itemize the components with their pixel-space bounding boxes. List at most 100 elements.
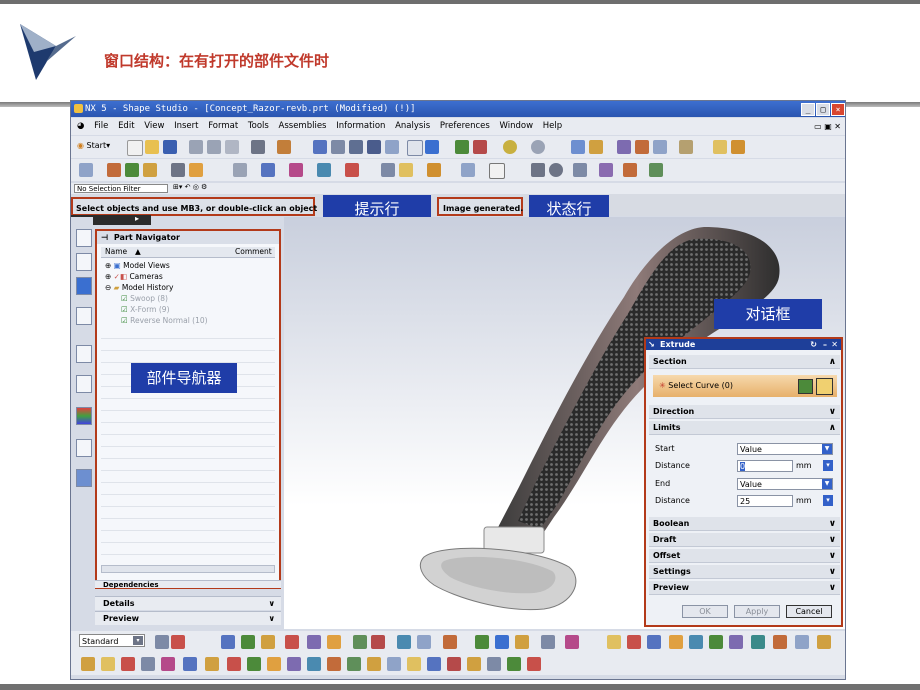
section-direction[interactable]: Direction ∨ xyxy=(649,405,840,419)
tool-s-icon[interactable] xyxy=(647,635,661,649)
curve-select-icon[interactable] xyxy=(816,378,833,395)
collapse-icon[interactable]: – xyxy=(823,339,827,350)
menu-tools[interactable]: Tools xyxy=(248,118,269,135)
tool-f-icon[interactable] xyxy=(327,635,341,649)
project-icon[interactable] xyxy=(649,163,663,177)
close-icon[interactable]: ✕ xyxy=(831,339,838,350)
section-offset[interactable]: Offset ∨ xyxy=(649,549,840,563)
tool-ap-icon[interactable] xyxy=(367,657,381,671)
measure-icon[interactable] xyxy=(653,140,667,154)
menu-information[interactable]: Information xyxy=(336,118,385,135)
system-scenes-icon[interactable] xyxy=(76,469,92,487)
close-button[interactable]: × xyxy=(831,103,845,116)
tool-x-icon[interactable] xyxy=(751,635,765,649)
box-icon[interactable] xyxy=(489,163,505,179)
pan-icon[interactable] xyxy=(349,140,363,154)
orient-view-icon[interactable] xyxy=(407,140,423,156)
tool-aw-icon[interactable] xyxy=(507,657,521,671)
section-preview[interactable]: Preview ∨ xyxy=(95,611,281,625)
doc-window-controls[interactable]: ▭ ▣ ✕ xyxy=(814,121,841,132)
wcs-icon[interactable] xyxy=(571,140,585,154)
checkbox-icon[interactable]: ☑ xyxy=(121,294,128,303)
tool-t-icon[interactable] xyxy=(669,635,683,649)
tool-as-icon[interactable] xyxy=(427,657,441,671)
tool-i-icon[interactable] xyxy=(397,635,411,649)
tool-ak-icon[interactable] xyxy=(267,657,281,671)
menu-window[interactable]: Window xyxy=(500,118,534,135)
tool-u-icon[interactable] xyxy=(689,635,703,649)
tree-node-xform[interactable]: ☑ X-Form (9) xyxy=(121,305,170,315)
zoom-icon[interactable] xyxy=(331,140,345,154)
history-icon[interactable] xyxy=(76,345,92,363)
minimize-button[interactable]: _ xyxy=(801,103,815,116)
end-distance-menu-icon[interactable]: ▾ xyxy=(823,495,833,506)
tool-ag-icon[interactable] xyxy=(183,657,197,671)
tool-at-icon[interactable] xyxy=(447,657,461,671)
new-icon[interactable] xyxy=(127,140,143,156)
tool-l-icon[interactable] xyxy=(475,635,489,649)
view-combo[interactable]: Standard ▾ xyxy=(79,634,145,647)
sketch-icon[interactable] xyxy=(79,163,93,177)
tool-aj-icon[interactable] xyxy=(247,657,261,671)
tool-ax-icon[interactable] xyxy=(527,657,541,671)
extrude-icon[interactable] xyxy=(189,163,203,177)
web-browser-icon[interactable] xyxy=(76,375,92,393)
sweep-icon[interactable] xyxy=(171,163,185,177)
end-select[interactable]: Value ▼ xyxy=(737,478,833,490)
section-icon[interactable] xyxy=(381,163,395,177)
mirror-icon[interactable] xyxy=(317,163,331,177)
apply-button[interactable]: Apply xyxy=(734,605,780,618)
menu-preferences[interactable]: Preferences xyxy=(440,118,490,135)
tab-right-arrow[interactable]: ▸ xyxy=(135,214,139,223)
shaded-icon[interactable] xyxy=(425,140,439,154)
ok-button[interactable]: OK xyxy=(682,605,728,618)
tree-node-model-views[interactable]: ⊕ ▣ Model Views xyxy=(105,261,170,271)
end-distance-input[interactable]: 25 xyxy=(737,495,793,507)
command-finder-icon[interactable] xyxy=(277,140,291,154)
tool-a-icon[interactable] xyxy=(221,635,235,649)
display-icon[interactable] xyxy=(399,163,413,177)
tree-node-reverse-normal[interactable]: ☑ Reverse Normal (10) xyxy=(121,316,208,326)
navigator-scrollbar[interactable] xyxy=(101,565,275,573)
column-name[interactable]: Name xyxy=(105,247,127,257)
tool-c-icon[interactable] xyxy=(261,635,275,649)
column-comment[interactable]: Comment xyxy=(235,247,272,257)
open-icon[interactable] xyxy=(145,140,159,154)
start-select[interactable]: Value ▼ xyxy=(737,443,833,455)
sphere-icon[interactable] xyxy=(503,140,517,154)
tool-m-icon[interactable] xyxy=(495,635,509,649)
save-icon[interactable] xyxy=(163,140,177,154)
surface-icon[interactable] xyxy=(125,163,139,177)
tool-n-icon[interactable] xyxy=(515,635,529,649)
perspective-icon[interactable] xyxy=(385,140,399,154)
tool-am-icon[interactable] xyxy=(307,657,321,671)
record-icon[interactable] xyxy=(171,635,185,649)
menu-format[interactable]: Format xyxy=(208,118,238,135)
snap-view-icon[interactable] xyxy=(155,635,169,649)
tree-node-swoop[interactable]: ☑ Swoop (8) xyxy=(121,294,168,304)
tool-r-icon[interactable] xyxy=(627,635,641,649)
tool-v-icon[interactable] xyxy=(709,635,723,649)
curve-icon[interactable] xyxy=(107,163,121,177)
tool-ae-icon[interactable] xyxy=(141,657,155,671)
reset-icon[interactable]: ↻ xyxy=(810,339,817,350)
snap-icon[interactable] xyxy=(617,140,631,154)
section-dependencies[interactable]: Dependencies xyxy=(95,580,281,588)
checkbox-icon[interactable]: ☑ xyxy=(121,305,128,314)
tree-node-cameras[interactable]: ⊕ ✓◧ Cameras xyxy=(105,272,163,282)
ruler-icon[interactable] xyxy=(713,140,727,154)
start-distance-menu-icon[interactable]: ▾ xyxy=(823,460,833,471)
undo-icon[interactable] xyxy=(251,140,265,154)
tree-node-model-history[interactable]: ⊖ ▰ Model History xyxy=(105,283,173,293)
menu-file[interactable]: File xyxy=(94,118,108,135)
menu-help[interactable]: Help xyxy=(543,118,562,135)
start-button[interactable]: ◉ Start▾ xyxy=(77,141,110,150)
cancel-button[interactable]: Cancel xyxy=(786,605,832,618)
tool-j-icon[interactable] xyxy=(417,635,431,649)
copy-icon[interactable] xyxy=(207,140,221,154)
palette-icon[interactable] xyxy=(76,407,92,425)
tool-b-icon[interactable] xyxy=(241,635,255,649)
section-details[interactable]: Details ∨ xyxy=(95,596,281,610)
trim-icon[interactable] xyxy=(233,163,247,177)
offset-curve-icon[interactable] xyxy=(599,163,613,177)
